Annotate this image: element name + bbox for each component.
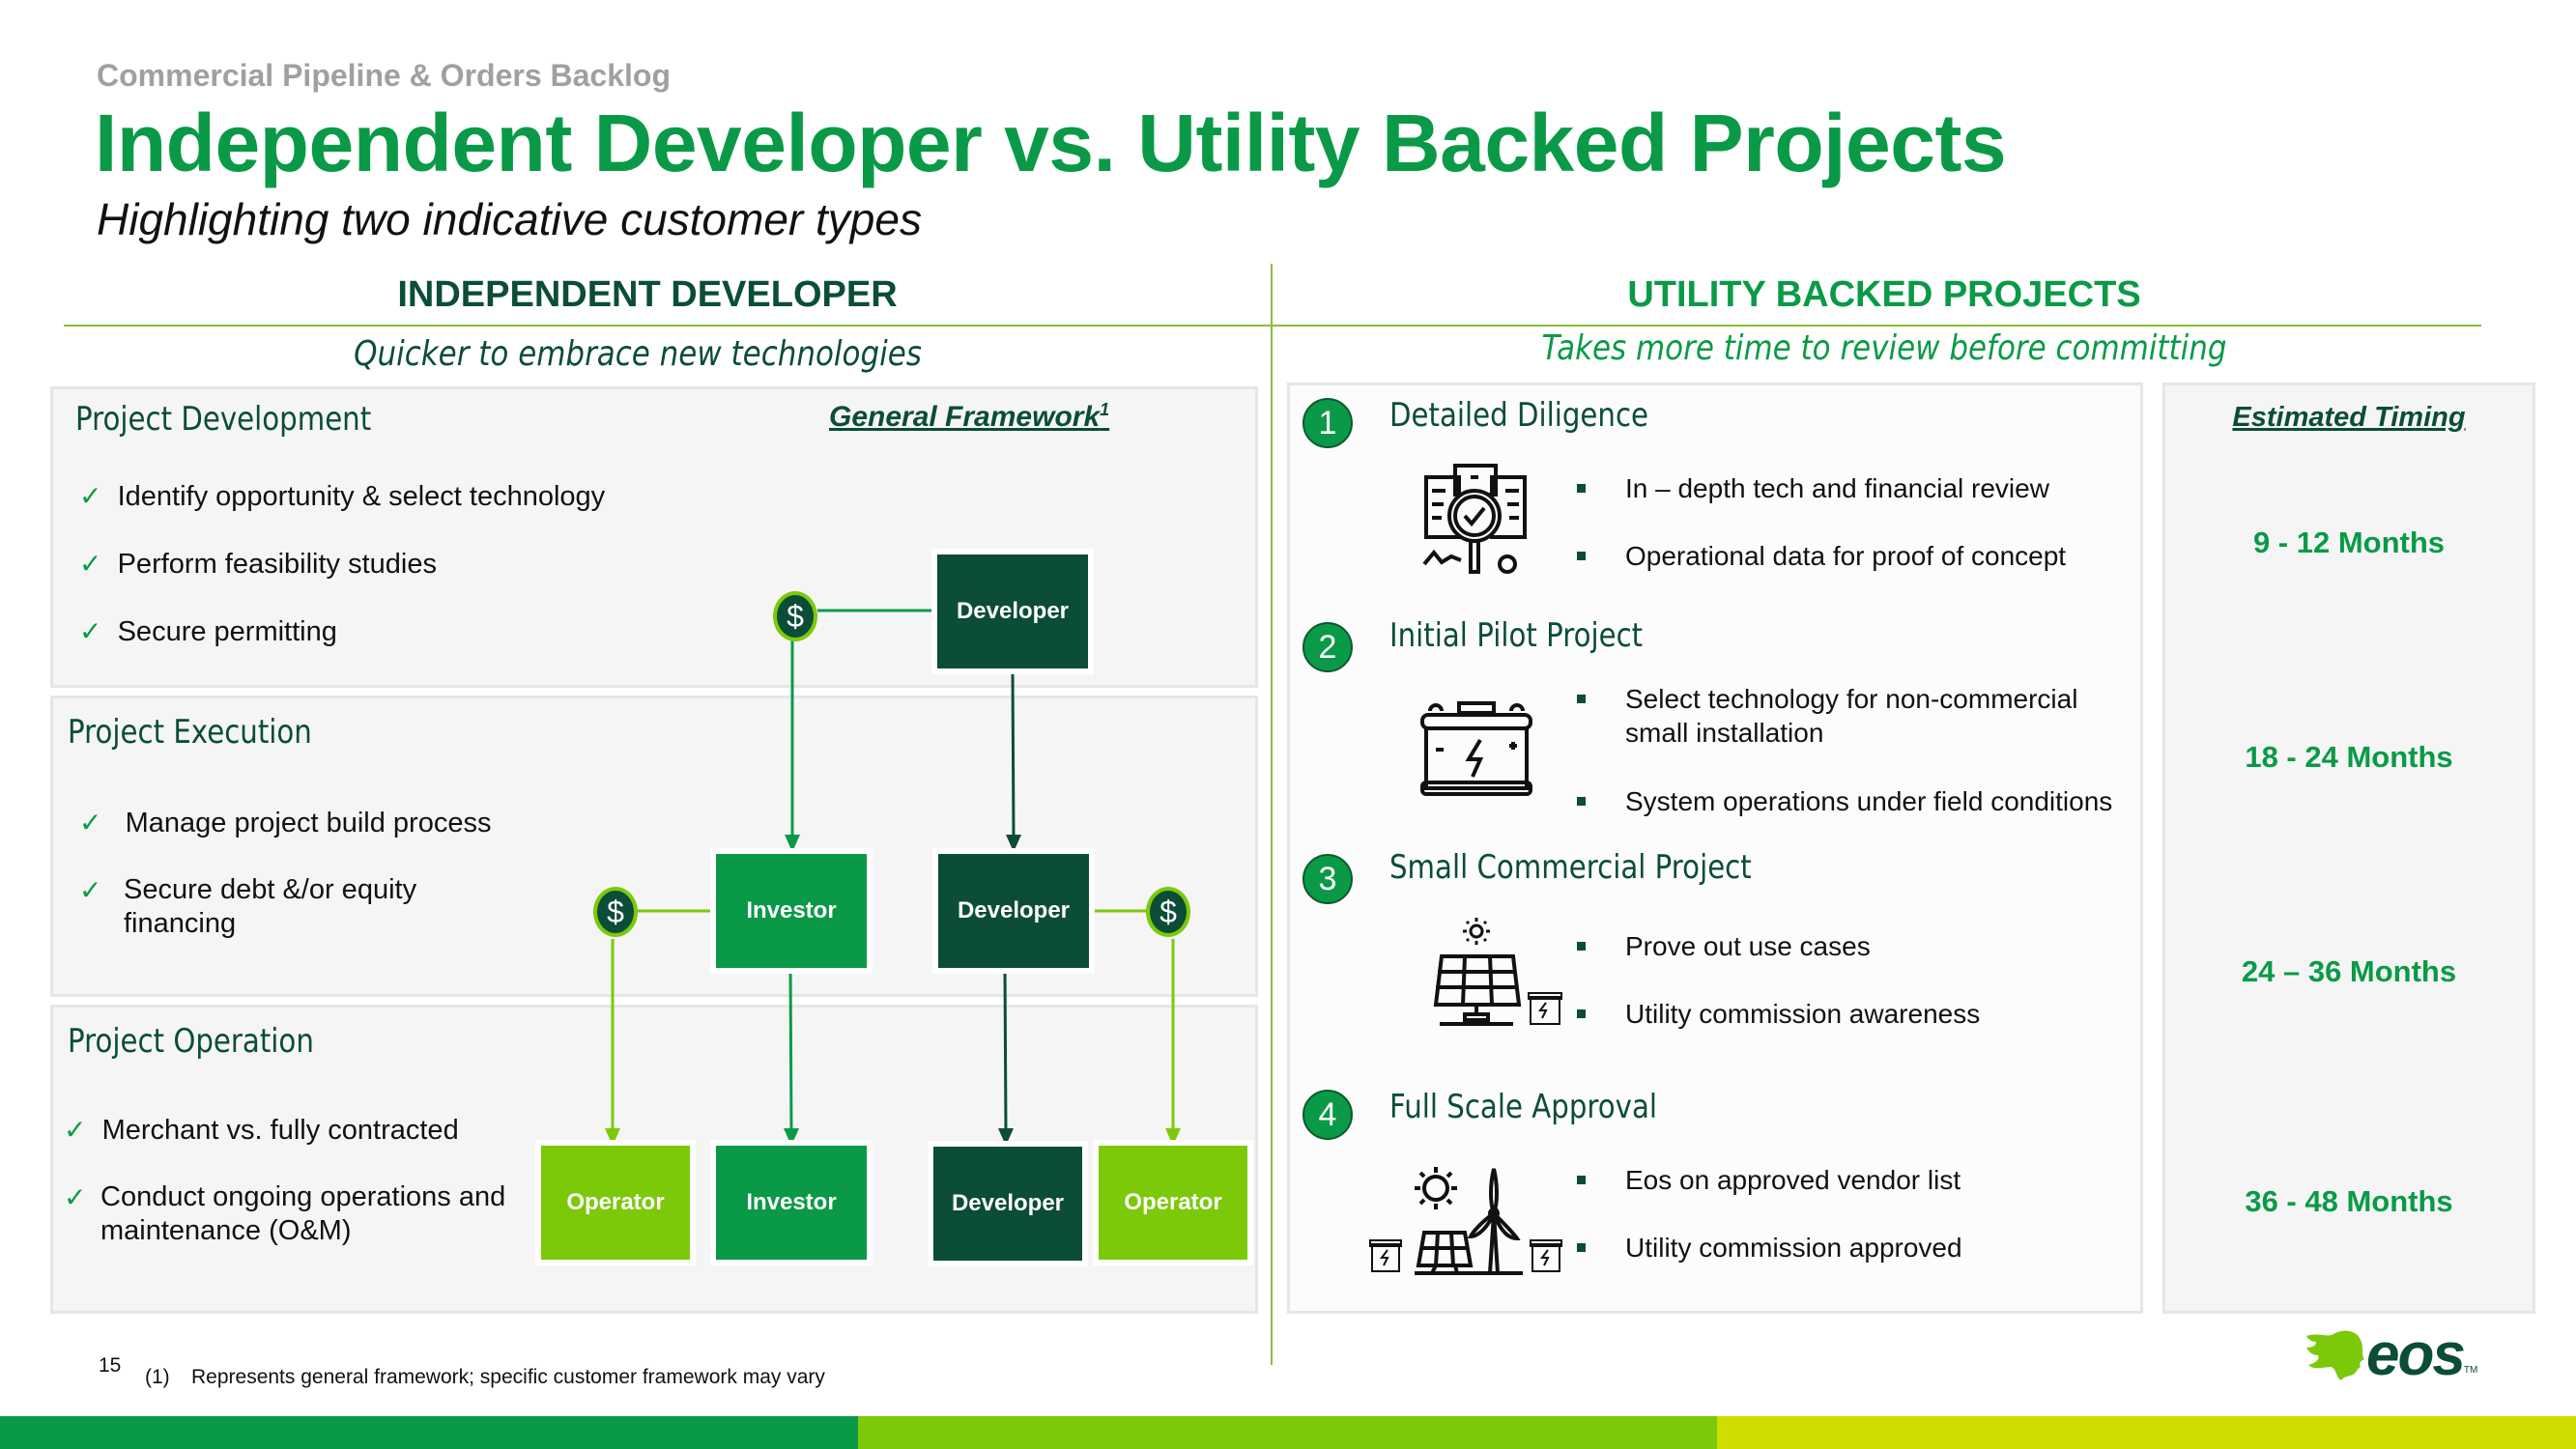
step-number-badge: 3 xyxy=(1302,854,1353,904)
investor-box-operation: Investor xyxy=(710,1140,873,1265)
connector-investor-investor xyxy=(788,967,793,1133)
step-bullet: System operations under field conditions xyxy=(1577,784,2113,818)
footnote: (1) Represents general framework; specifi… xyxy=(145,1366,825,1389)
connector-developer-developer-op xyxy=(1003,967,1008,1133)
step-bullet: Utility commission approved xyxy=(1577,1231,1962,1264)
dollar-icon: $ xyxy=(1146,887,1190,937)
bullet-square-icon xyxy=(1577,484,1586,493)
timing-value: 9 - 12 Months xyxy=(2252,526,2446,559)
diligence-magnifier-icon xyxy=(1422,464,1527,574)
bullet-square-icon xyxy=(1577,797,1586,806)
footer-bar-green xyxy=(0,1416,858,1449)
bullet-text: Select technology for non-commercial sma… xyxy=(1625,684,2078,748)
bullet-square-icon xyxy=(1577,1243,1586,1252)
estimated-timing-heading: Estimated Timing xyxy=(2232,402,2466,433)
bullet-square-icon xyxy=(1577,552,1586,560)
bullet-text: Utility commission awareness xyxy=(1625,999,1981,1029)
timing-value: 24 – 36 Months xyxy=(2241,954,2457,988)
footer-bar-lime xyxy=(858,1416,1717,1449)
step-number-badge: 2 xyxy=(1302,622,1353,672)
step-bullet: Prove out use cases xyxy=(1577,929,1871,963)
step-title: Small Commercial Project xyxy=(1389,848,1752,887)
arrowhead xyxy=(784,1128,799,1146)
trademark-symbol: TM xyxy=(2463,1365,2478,1376)
bullet-square-icon xyxy=(1577,1009,1586,1018)
step-bullet: Operational data for proof of concept xyxy=(1577,539,2067,573)
bullet-text: Utility commission approved xyxy=(1625,1233,1962,1263)
footnote-text: Represents general framework; specific c… xyxy=(191,1366,825,1388)
eos-wordmark: eos xyxy=(2366,1321,2466,1388)
step-bullet: Utility commission awareness xyxy=(1577,997,1981,1031)
developer-box-development: Developer xyxy=(931,549,1094,674)
bullet-text: Prove out use cases xyxy=(1625,931,1871,961)
footer-bar-yellow xyxy=(1717,1416,2576,1449)
arrowhead xyxy=(998,1128,1014,1146)
bullet-square-icon xyxy=(1577,942,1586,951)
bullet-text: Operational data for proof of concept xyxy=(1625,541,2067,571)
timing-value: 36 - 48 Months xyxy=(2245,1184,2453,1218)
step-title: Full Scale Approval xyxy=(1389,1088,1658,1126)
arrowhead xyxy=(1165,1128,1181,1146)
step-bullet: Eos on approved vendor list xyxy=(1577,1163,1961,1197)
arrowhead xyxy=(605,1128,620,1146)
bullet-text: System operations under field conditions xyxy=(1625,786,2113,816)
step-title: Detailed Diligence xyxy=(1389,396,1649,435)
investor-box-execution: Investor xyxy=(710,848,873,974)
dollar-icon: $ xyxy=(773,591,817,641)
connector-developer-developer xyxy=(1011,671,1016,839)
arrowhead xyxy=(1006,835,1021,852)
step-bullet: Select technology for non-commercial sma… xyxy=(1577,682,2128,750)
developer-box-operation: Developer xyxy=(928,1141,1088,1266)
step-number-badge: 4 xyxy=(1302,1090,1353,1140)
developer-box-execution: Developer xyxy=(932,848,1095,974)
step-number-badge: 1 xyxy=(1302,398,1353,448)
step-bullet: In – depth tech and financial review xyxy=(1577,471,2049,505)
bullet-text: In – depth tech and financial review xyxy=(1625,473,2049,503)
battery-icon xyxy=(1420,701,1532,796)
eos-logo: eos TM xyxy=(2304,1325,2477,1385)
eos-head-icon xyxy=(2306,1330,2364,1380)
operator-box-right: Operator xyxy=(1093,1140,1253,1265)
timing-value: 18 - 24 Months xyxy=(2245,740,2453,774)
bullet-square-icon xyxy=(1577,1176,1586,1184)
estimated-timing-panel xyxy=(2162,383,2535,1314)
solar-wind-battery-icon xyxy=(1369,1167,1562,1275)
bullet-text: Eos on approved vendor list xyxy=(1625,1165,1961,1195)
solar-panel-battery-icon xyxy=(1433,918,1562,1026)
arrowhead xyxy=(785,835,800,852)
bullet-square-icon xyxy=(1577,695,1586,703)
step-title: Initial Pilot Project xyxy=(1389,616,1644,655)
footnote-number: (1) xyxy=(145,1366,170,1388)
dollar-icon: $ xyxy=(593,887,638,937)
operator-box-left: Operator xyxy=(535,1140,696,1265)
page-number: 15 xyxy=(99,1354,122,1377)
